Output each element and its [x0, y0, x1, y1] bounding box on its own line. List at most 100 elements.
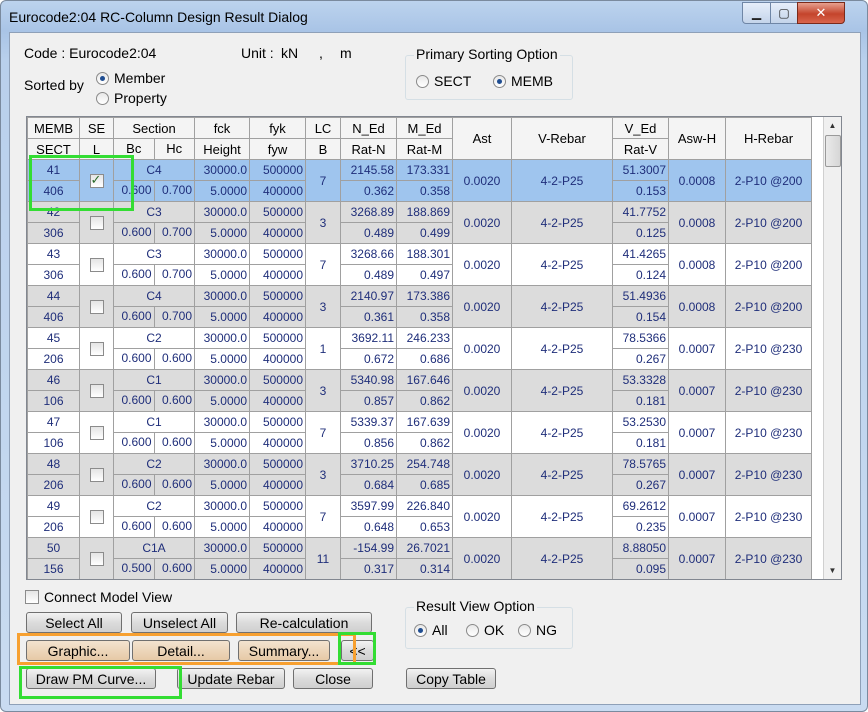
- radio-icon: [518, 623, 531, 637]
- result-view-ng-radio[interactable]: NG: [518, 622, 557, 638]
- table-row[interactable]: 47 C1 30000.0 500000 7 5339.37 167.639 0.0020 4-…: [27, 411, 812, 454]
- scroll-down-icon[interactable]: ▼: [824, 562, 841, 579]
- title-bar[interactable]: Eurocode2:04 RC-Column Design Result Dia…: [1, 1, 867, 33]
- row-select-checkbox[interactable]: [89, 257, 104, 272]
- med-cell: 246.233: [396, 327, 453, 349]
- ast-cell: 0.0020: [452, 201, 512, 244]
- bc-hc-cell: 0.500 0.600: [113, 558, 195, 579]
- row-select-checkbox[interactable]: [89, 425, 104, 440]
- row-select-checkbox[interactable]: [89, 551, 104, 566]
- section-name-cell: C3: [113, 243, 195, 265]
- table-row[interactable]: 44 C4 30000.0 500000 3 2140.97 173.386 0.0020 4-…: [27, 285, 812, 328]
- vrebar-cell: 4-2-P25: [511, 285, 613, 328]
- lcb-cell: 3: [305, 369, 341, 412]
- table-row[interactable]: 49 C2 30000.0 500000 7 3597.99 226.840 0.0020 4-…: [27, 495, 812, 538]
- med-cell: 26.7021: [396, 537, 453, 559]
- col-header-fyw: fyw: [249, 138, 306, 160]
- fyw-cell: 400000: [249, 432, 306, 454]
- scroll-up-icon[interactable]: ▲: [824, 117, 841, 134]
- select-cell[interactable]: [79, 495, 114, 538]
- radio-icon: [466, 623, 479, 637]
- table-row[interactable]: 42 C3 30000.0 500000 3 3268.89 188.869 0.0020 4-…: [27, 201, 812, 244]
- highlight-report-buttons: [17, 633, 356, 665]
- recalculation-button[interactable]: Re-calculation: [236, 612, 372, 633]
- window-title: Eurocode2:04 RC-Column Design Result Dia…: [9, 9, 308, 25]
- result-view-ok-radio[interactable]: OK: [466, 622, 504, 638]
- sort-property-radio[interactable]: Property: [96, 90, 167, 106]
- hrebar-cell: 2-P10 @200: [725, 159, 812, 202]
- fyk-cell: 500000: [249, 159, 306, 181]
- vertical-scrollbar[interactable]: ▲ ▼: [823, 117, 841, 579]
- select-cell[interactable]: [79, 243, 114, 286]
- maximize-button[interactable]: ▢: [770, 2, 798, 24]
- result-view-all-radio[interactable]: All: [414, 622, 448, 638]
- primary-sort-memb-label: MEMB: [511, 73, 553, 89]
- col-header-ast: Ast: [452, 117, 512, 160]
- select-cell[interactable]: [79, 327, 114, 370]
- close-window-button[interactable]: ✕: [797, 2, 845, 24]
- primary-sort-sect-radio[interactable]: SECT: [416, 73, 471, 89]
- memb-cell: 44: [27, 285, 80, 307]
- select-cell[interactable]: [79, 285, 114, 328]
- hc-value: 0.600: [153, 391, 194, 411]
- maximize-icon: ▢: [778, 6, 790, 20]
- hc-value: 0.700: [153, 223, 194, 243]
- select-cell[interactable]: [79, 369, 114, 412]
- ratv-cell: 0.095: [612, 558, 669, 579]
- row-select-checkbox[interactable]: [89, 299, 104, 314]
- row-select-checkbox[interactable]: [89, 467, 104, 482]
- col-header-med: M_Ed: [396, 117, 453, 139]
- row-select-checkbox[interactable]: [89, 215, 104, 230]
- close-button[interactable]: Close: [293, 668, 373, 689]
- sort-member-radio[interactable]: Member: [96, 70, 165, 86]
- table-row[interactable]: 45 C2 30000.0 500000 1 3692.11 246.233 0.0020 4-…: [27, 327, 812, 370]
- table-row[interactable]: 43 C3 30000.0 500000 7 3268.66 188.301 0.0020 4-…: [27, 243, 812, 286]
- lcb-cell: 7: [305, 411, 341, 454]
- height-cell: 5.0000: [194, 306, 250, 328]
- ratm-cell: 0.862: [396, 432, 453, 454]
- radio-icon: [416, 74, 429, 88]
- update-rebar-button[interactable]: Update Rebar: [177, 668, 285, 689]
- table-row[interactable]: 50 C1A 30000.0 500000 11 -154.99 26.7021 0.0020…: [27, 537, 812, 579]
- primary-sort-memb-radio[interactable]: MEMB: [493, 73, 553, 89]
- dialog-body: Code : Eurocode2:04 Unit : kN , m Sorted…: [9, 32, 861, 705]
- select-cell[interactable]: [79, 453, 114, 496]
- section-name-cell: C1A: [113, 537, 195, 559]
- result-table: MEMB SE Section fck fyk LC N_Ed M_Ed Ast…: [26, 116, 842, 580]
- hrebar-cell: 2-P10 @230: [725, 495, 812, 538]
- copy-table-button[interactable]: Copy Table: [406, 668, 496, 689]
- row-select-checkbox[interactable]: [89, 509, 104, 524]
- row-select-checkbox[interactable]: [89, 341, 104, 356]
- unselect-all-button[interactable]: Unselect All: [131, 612, 228, 633]
- table-row[interactable]: 48 C2 30000.0 500000 3 3710.25 254.748 0.0020 4-…: [27, 453, 812, 496]
- fyw-cell: 400000: [249, 306, 306, 328]
- med-cell: 167.646: [396, 369, 453, 391]
- ratm-cell: 0.653: [396, 516, 453, 538]
- select-cell[interactable]: [79, 411, 114, 454]
- memb-cell: 48: [27, 453, 80, 475]
- scroll-thumb[interactable]: [825, 135, 841, 167]
- minimize-button[interactable]: ▁: [742, 2, 771, 24]
- lcb-cell: 7: [305, 243, 341, 286]
- connect-model-view-checkbox[interactable]: Connect Model View: [25, 589, 172, 605]
- select-all-button[interactable]: Select All: [26, 612, 122, 633]
- table-row[interactable]: 46 C1 30000.0 500000 3 5340.98 167.646 0.0020 4-…: [27, 369, 812, 412]
- row-select-checkbox[interactable]: [89, 383, 104, 398]
- ved-cell: 78.5765: [612, 453, 669, 475]
- fyk-cell: 500000: [249, 495, 306, 517]
- hc-value: 0.600: [153, 475, 194, 495]
- table-row[interactable]: 41C430000.050000072145.58173.3310.00204-…: [27, 159, 812, 202]
- vrebar-cell: 4-2-P25: [511, 243, 613, 286]
- select-cell[interactable]: [79, 537, 114, 579]
- ned-cell: 5340.98: [340, 369, 397, 391]
- highlight-selected-row: [29, 155, 134, 211]
- hc-value: 0.600: [153, 517, 194, 537]
- memb-cell: 46: [27, 369, 80, 391]
- height-cell: 5.0000: [194, 558, 250, 579]
- lcb-cell: 11: [305, 537, 341, 579]
- fyw-cell: 400000: [249, 180, 306, 202]
- dialog-window: Eurocode2:04 RC-Column Design Result Dia…: [0, 0, 868, 712]
- med-cell: 254.748: [396, 453, 453, 475]
- sect-cell: 206: [27, 516, 80, 538]
- fyw-cell: 400000: [249, 474, 306, 496]
